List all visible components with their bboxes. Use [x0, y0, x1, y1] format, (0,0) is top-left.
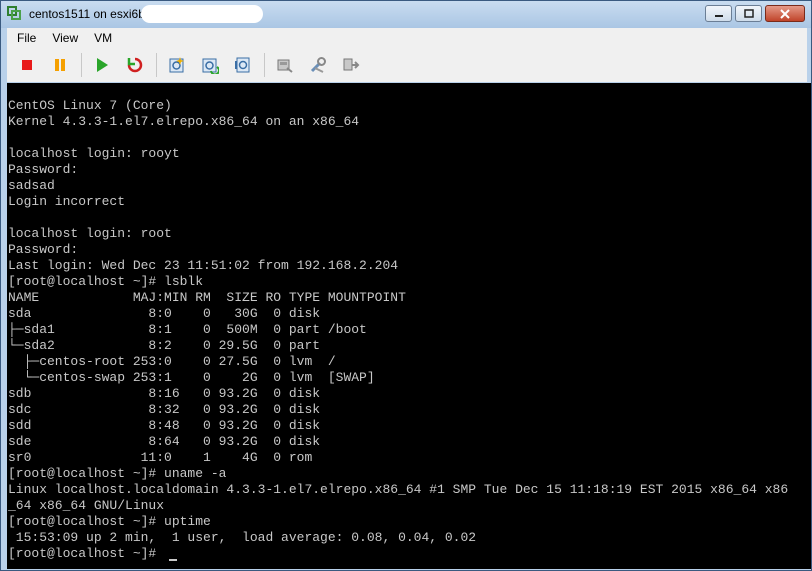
- text-cursor: [169, 559, 177, 561]
- vm-console-screen[interactable]: CentOS Linux 7 (Core) Kernel 4.3.3-1.el7…: [7, 83, 811, 569]
- console-line: CentOS Linux 7 (Core): [8, 98, 172, 113]
- maximize-icon: [743, 9, 754, 18]
- toolbar-separator: [156, 53, 157, 77]
- console-line: [root@localhost ~]# lsblk: [8, 274, 204, 289]
- reset-button[interactable]: [122, 52, 148, 78]
- maximize-button[interactable]: [735, 5, 762, 22]
- console-line: [root@localhost ~]#: [8, 546, 165, 561]
- menu-view[interactable]: View: [46, 31, 84, 45]
- console-line: sdb 8:16 0 93.2G 0 disk: [8, 386, 321, 401]
- power-on-button[interactable]: [89, 52, 115, 78]
- window-controls: [702, 5, 805, 22]
- vmware-icon: [7, 6, 21, 20]
- console-line: └─centos-swap 253:1 0 2G 0 lvm [SWAP]: [8, 370, 375, 385]
- suspend-button[interactable]: [47, 52, 73, 78]
- pause-icon: [55, 59, 65, 71]
- stop-icon: [22, 60, 32, 70]
- console-line: ├─sda1 8:1 0 500M 0 part /boot: [8, 322, 367, 337]
- console-line: sdd 8:48 0 93.2G 0 disk: [8, 418, 321, 433]
- redacted-title-area: [141, 5, 263, 23]
- vm-console-window: centos1511 on esxi6b File View VM CentOS…: [0, 0, 812, 571]
- menu-file[interactable]: File: [11, 31, 42, 45]
- snapshot-icon: [169, 57, 184, 73]
- power-off-button[interactable]: [14, 52, 40, 78]
- menu-vm[interactable]: VM: [88, 31, 118, 45]
- console-line: Linux localhost.localdomain 4.3.3-1.el7.…: [8, 482, 789, 497]
- connect-button[interactable]: [338, 52, 364, 78]
- console-line: Kernel 4.3.3-1.el7.elrepo.x86_64 on an x…: [8, 114, 360, 129]
- minimize-icon: [714, 14, 723, 17]
- toolbar-separator: [264, 53, 265, 77]
- console-line: [root@localhost ~]# uptime: [8, 514, 211, 529]
- console-output: CentOS Linux 7 (Core) Kernel 4.3.3-1.el7…: [7, 83, 811, 562]
- console-line: └─sda2 8:2 0 29.5G 0 part: [8, 338, 321, 353]
- minimize-button[interactable]: [705, 5, 732, 22]
- console-line: NAME MAJ:MIN RM SIZE RO TYPE MOUNTPOINT: [8, 290, 406, 305]
- console-line: localhost login: rooyt: [8, 146, 180, 161]
- devices-icon: [277, 59, 293, 73]
- connect-icon: [343, 58, 360, 71]
- console-line: localhost login: root: [8, 226, 172, 241]
- console-line: Password:: [8, 162, 79, 177]
- settings-button[interactable]: [305, 52, 331, 78]
- play-icon: [97, 58, 108, 72]
- console-line: Last login: Wed Dec 23 11:51:02 from 192…: [8, 258, 399, 273]
- devices-button[interactable]: [272, 52, 298, 78]
- console-line: sda 8:0 0 30G 0 disk: [8, 306, 321, 321]
- menu-bar: File View VM: [7, 28, 807, 48]
- close-button[interactable]: [765, 5, 805, 22]
- reset-icon: [127, 57, 143, 73]
- console-line: _64 x86_64 GNU/Linux: [8, 498, 165, 513]
- console-line: sadsad: [8, 178, 55, 193]
- snapshot-button[interactable]: [164, 52, 190, 78]
- manage-snapshots-button[interactable]: [230, 52, 256, 78]
- revert-snapshot-icon: [202, 58, 219, 74]
- title-bar[interactable]: centos1511 on esxi6b: [1, 1, 811, 28]
- console-line: sdc 8:32 0 93.2G 0 disk: [8, 402, 321, 417]
- manage-snapshots-icon: [235, 57, 250, 73]
- close-icon: [780, 8, 790, 19]
- window-title: centos1511 on esxi6b: [29, 7, 145, 21]
- console-line: ├─centos-root 253:0 0 27.5G 0 lvm /: [8, 354, 336, 369]
- console-line: sr0 11:0 1 4G 0 rom: [8, 450, 313, 465]
- toolbar: [7, 48, 807, 82]
- toolbar-separator: [81, 53, 82, 77]
- console-line: 15:53:09 up 2 min, 1 user, load average:…: [8, 530, 477, 545]
- console-line: sde 8:64 0 93.2G 0 disk: [8, 434, 321, 449]
- settings-icon: [310, 57, 326, 73]
- console-line: [root@localhost ~]# uname -a: [8, 466, 227, 481]
- console-line: Password:: [8, 242, 79, 257]
- console-line: Login incorrect: [8, 194, 126, 209]
- revert-snapshot-button[interactable]: [197, 52, 223, 78]
